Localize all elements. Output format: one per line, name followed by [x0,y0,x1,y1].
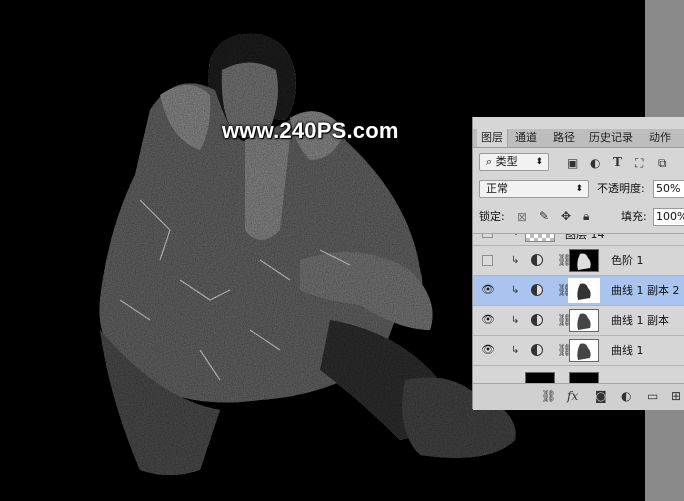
mask-figure [577,313,591,330]
adjustment-icon[interactable]: ◐ [621,389,631,403]
curves-adjustment-icon [531,344,543,356]
layer-mask-thumbnail[interactable] [569,249,599,272]
clip-arrow-icon: ↳ [511,285,520,296]
opacity-input[interactable]: 50% [653,180,684,198]
blend-row: 正常 ⬍ 不透明度: 50% [473,177,684,199]
layer-name[interactable]: 图层 14 [565,234,605,242]
lock-position-icon[interactable]: ✥ [561,209,571,223]
mask-figure [577,343,591,360]
smart-object-filter-icon[interactable]: ⧉ [658,156,667,170]
tab-actions[interactable]: 动作 [645,129,675,147]
curves-adjustment-icon [531,284,543,296]
levels-adjustment-icon [531,254,543,266]
mask-figure [577,283,591,300]
lock-all-icon[interactable]: 🔒︎ [583,209,589,223]
layers-list[interactable]: ↳ 图层 14 ↳ ⛓ 色阶 1 👁︎ ↳ ⛓ 曲线 1 副本 2 👁︎ [473,233,684,384]
layers-bottom-toolbar: ⛓ fx ◙ ◐ ▭ ⊞ [473,383,684,410]
new-layer-icon[interactable]: ⊞ [671,389,681,403]
layer-row[interactable]: ↳ ⛓ 色阶 1 [473,246,684,276]
filter-kind-select[interactable]: ⌕ 类型 ⬍ [479,153,549,171]
blend-mode-select[interactable]: 正常 ⬍ [479,180,589,198]
tab-layers[interactable]: 图层 [477,129,508,147]
lock-paint-icon[interactable]: ✎ [539,209,549,223]
tab-paths[interactable]: 路径 [549,129,579,147]
clip-arrow-icon: ↳ [511,255,520,266]
layer-mask-thumbnail[interactable] [569,309,599,332]
clip-arrow-icon: ↳ [511,345,520,356]
mask-figure [577,253,591,270]
eye-icon[interactable]: 👁︎ [481,284,495,296]
layer-name[interactable]: 曲线 1 副本 2 [611,284,680,298]
layer-mask-thumbnail[interactable] [569,339,599,362]
image-filter-icon[interactable]: ▣ [567,156,578,170]
fill-input[interactable]: 100% [653,208,684,226]
panel-tabs: 图层 通道 路径 历史记录 动作 [473,129,684,148]
folder-icon[interactable]: ▭ [647,389,658,403]
adjustment-filter-icon[interactable]: ◐ [590,156,600,170]
layer-row-partial[interactable] [473,366,684,384]
layer-mask-thumbnail[interactable] [568,278,600,303]
tab-channels[interactable]: 通道 [511,129,541,147]
type-filter-icon[interactable]: T [613,155,622,169]
layer-row[interactable]: 👁︎ ↳ ⛓ 曲线 1 副本 [473,306,684,336]
search-icon: ⌕ [486,155,496,168]
fx-icon[interactable]: fx [567,389,578,403]
link-icon[interactable]: ⛓ [541,389,556,403]
layer-row[interactable]: 👁︎ ↳ ⛓ 曲线 1 [473,336,684,366]
watermark-text: www.240PS.com [222,118,399,143]
select-arrow-icon: ⬍ [575,184,583,194]
visibility-toggle[interactable] [482,234,493,238]
mask-icon[interactable]: ◙ [595,389,607,403]
lock-label: 锁定: [479,210,505,223]
clip-arrow-icon: ↳ [511,234,519,238]
eye-icon[interactable]: 👁︎ [481,344,495,356]
tab-history[interactable]: 历史记录 [585,129,637,147]
select-arrow-icon: ⬍ [535,157,543,167]
fill-label: 填充: [621,210,647,223]
layer-row-selected[interactable]: 👁︎ ↳ ⛓ 曲线 1 副本 2 [473,276,684,306]
curves-adjustment-icon [531,314,543,326]
filter-kind-value: 类型 [495,155,518,168]
filter-row: ⌕ 类型 ⬍ ▣ ◐ T ⛶ ⧉ [473,151,684,173]
opacity-label: 不透明度: [597,182,645,195]
layer-thumbnail [525,234,555,242]
layer-name[interactable]: 色阶 1 [611,254,644,268]
layer-name[interactable]: 曲线 1 副本 [611,314,669,328]
lock-transparent-icon[interactable]: ⊠ [517,210,527,224]
blend-mode-value: 正常 [486,182,508,195]
visibility-toggle[interactable] [482,255,493,266]
layers-panel[interactable]: 图层 通道 路径 历史记录 动作 ⌕ 类型 ⬍ ▣ ◐ T ⛶ ⧉ 正常 ⬍ 不透明… [472,117,684,410]
layer-name[interactable]: 曲线 1 [611,344,644,358]
lock-row: 锁定: ⊠ ✎ ✥ 🔒︎ 填充: 100% [473,205,684,227]
clip-arrow-icon: ↳ [511,315,520,326]
shape-filter-icon[interactable]: ⛶ [635,156,643,170]
layer-row[interactable]: ↳ 图层 14 [473,234,684,246]
eye-icon[interactable]: 👁︎ [481,314,495,326]
